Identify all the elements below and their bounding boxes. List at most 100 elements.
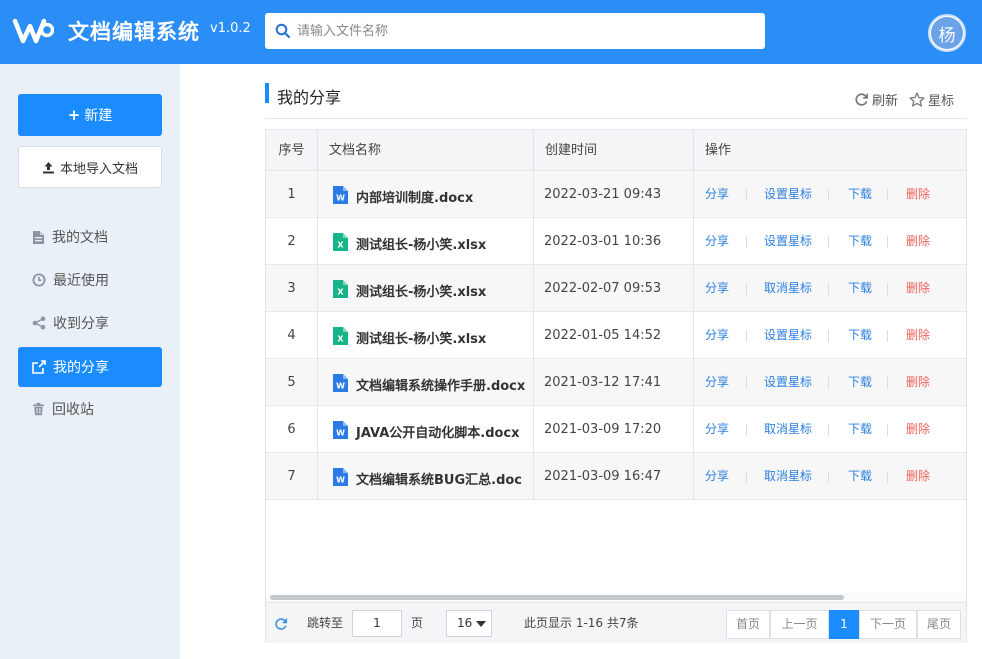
search-icon [275,23,291,39]
star-icon [909,92,925,107]
star-action-link[interactable]: 设置星标 [764,359,812,406]
star-action-link[interactable]: 设置星标 [764,218,812,265]
action-separator [746,189,747,201]
action-separator [746,236,747,248]
table-row[interactable]: 3 X 测试组长-杨小笑.xlsx 2022-02-07 09:53 分享 取消星标 下载删… [266,265,966,312]
share-action-link[interactable]: 分享 [705,359,729,406]
table-row[interactable]: 2 X 测试组长-杨小笑.xlsx 2022-03-01 10:36 分享 设置星标 下载删… [266,218,966,265]
upload-icon [42,161,54,173]
refresh-button[interactable]: 刷新 [854,90,898,109]
sidebar-item-my-documents[interactable]: 我的文档 [18,217,162,257]
delete-action-link[interactable]: 删除 [906,453,930,500]
file-name[interactable]: 测试组长-杨小笑.xlsx [356,281,486,300]
refresh-icon [855,93,869,106]
sidebar-item-recent[interactable]: 最近使用 [18,260,162,300]
first-page-button[interactable]: 首页 [726,610,770,639]
share-action-link[interactable]: 分享 [705,218,729,265]
file-name[interactable]: 内部培训制度.docx [356,187,473,206]
share-action-link[interactable]: 分享 [705,171,729,218]
next-page-button[interactable]: 下一页 [859,610,917,639]
file-name[interactable]: 文档编辑系统操作手册.docx [356,375,525,394]
title-divider [265,118,967,119]
jump-label: 跳转至 [307,616,344,630]
avatar[interactable]: 杨 [928,14,966,52]
share-action-link[interactable]: 分享 [705,312,729,359]
download-action-link[interactable]: 下载 [848,453,872,500]
last-page-button[interactable]: 尾页 [917,610,961,639]
star-action-link[interactable]: 设置星标 [764,171,812,218]
share-action-link[interactable]: 分享 [705,406,729,453]
file-name[interactable]: 测试组长-杨小笑.xlsx [356,234,486,253]
action-separator [828,424,829,436]
sidebar-item-recycle-bin[interactable]: 回收站 [18,389,162,429]
page-summary: 此页显示 1-16 共7条 [524,616,639,630]
search-input[interactable] [297,13,757,49]
sidebar-item-my-shares[interactable]: 我的分享 [18,347,162,387]
download-action-link[interactable]: 下载 [848,218,872,265]
download-action-link[interactable]: 下载 [848,171,872,218]
column-header-actions: 操作 [705,143,732,158]
star-action-link[interactable]: 取消星标 [764,265,812,312]
row-file-name-cell[interactable]: W JAVA公开自动化脚本.docx [332,406,520,453]
column-divider [533,130,534,500]
delete-action-link[interactable]: 删除 [906,171,930,218]
action-separator [887,283,888,295]
pagination-bar: 跳转至 1 页 16 此页显示 1-16 共7条 首页 上一页 1 下一页 尾页 [266,602,966,643]
row-file-name-cell[interactable]: W 内部培训制度.docx [332,171,473,218]
prev-page-button[interactable]: 上一页 [770,610,829,639]
download-action-link[interactable]: 下载 [848,312,872,359]
table-row[interactable]: 6 W JAVA公开自动化脚本.docx 2021-03-09 17:20 分享 取消星标… [266,406,966,453]
pager-refresh-icon[interactable] [274,617,288,631]
file-name[interactable]: 测试组长-杨小笑.xlsx [356,328,486,347]
row-created-time: 2021-03-09 17:20 [544,422,662,437]
svg-text:W: W [336,193,345,202]
jump-page-input[interactable]: 1 [352,610,402,637]
row-created-time: 2022-03-21 09:43 [544,187,662,202]
row-created-time: 2022-03-01 10:36 [544,234,662,249]
page-size-select[interactable]: 16 [446,610,492,637]
row-file-name-cell[interactable]: X 测试组长-杨小笑.xlsx [332,265,486,312]
row-created-time: 2022-02-07 09:53 [544,281,662,296]
page-size-value: 16 [457,616,473,630]
star-action-link[interactable]: 取消星标 [764,406,812,453]
plus-icon: + [67,106,81,124]
horizontal-scrollbar[interactable] [270,595,844,600]
star-action-link[interactable]: 设置星标 [764,312,812,359]
row-created-time: 2022-01-05 14:52 [544,328,662,343]
delete-action-link[interactable]: 删除 [906,265,930,312]
action-separator [828,189,829,201]
delete-action-link[interactable]: 删除 [906,312,930,359]
row-file-name-cell[interactable]: X 测试组长-杨小笑.xlsx [332,218,486,265]
download-action-link[interactable]: 下载 [848,406,872,453]
download-action-link[interactable]: 下载 [848,359,872,406]
delete-action-link[interactable]: 删除 [906,406,930,453]
file-name[interactable]: JAVA公开自动化脚本.docx [356,422,520,441]
table-row[interactable]: 1 W 内部培训制度.docx 2022-03-21 09:43 分享 设置星标 下载 删除 [266,171,966,218]
action-separator [828,283,829,295]
sidebar-item-received-shares[interactable]: 收到分享 [18,303,162,343]
share-action-link[interactable]: 分享 [705,453,729,500]
row-file-name-cell[interactable]: W 文档编辑系统BUG汇总.doc [332,453,522,500]
delete-action-link[interactable]: 删除 [906,218,930,265]
row-file-name-cell[interactable]: W 文档编辑系统操作手册.docx [332,359,525,406]
svg-text:W: W [336,475,345,484]
row-index: 3 [287,281,296,296]
table-row[interactable]: 5 W 文档编辑系统操作手册.docx 2021-03-12 17:41 分享 设置星标下… [266,359,966,406]
share-nodes-icon [32,316,46,330]
delete-action-link[interactable]: 删除 [906,359,930,406]
star-action-link[interactable]: 取消星标 [764,453,812,500]
action-separator [746,283,747,295]
file-name[interactable]: 文档编辑系统BUG汇总.doc [356,469,522,488]
table-row[interactable]: 7 W 文档编辑系统BUG汇总.doc 2021-03-09 16:47 分享 取消星标下… [266,453,966,500]
import-document-button[interactable]: 本地导入文档 [18,146,162,188]
row-index: 4 [287,328,296,343]
current-page-button[interactable]: 1 [829,610,859,639]
document-icon [33,230,44,244]
new-button[interactable]: + 新建 [18,94,162,136]
row-file-name-cell[interactable]: X 测试组长-杨小笑.xlsx [332,312,486,359]
star-button[interactable]: 星标 [909,90,954,109]
table-row[interactable]: 4 X 测试组长-杨小笑.xlsx 2022-01-05 14:52 分享 设置星标 下载删… [266,312,966,359]
download-action-link[interactable]: 下载 [848,265,872,312]
action-separator [746,377,747,389]
share-action-link[interactable]: 分享 [705,265,729,312]
